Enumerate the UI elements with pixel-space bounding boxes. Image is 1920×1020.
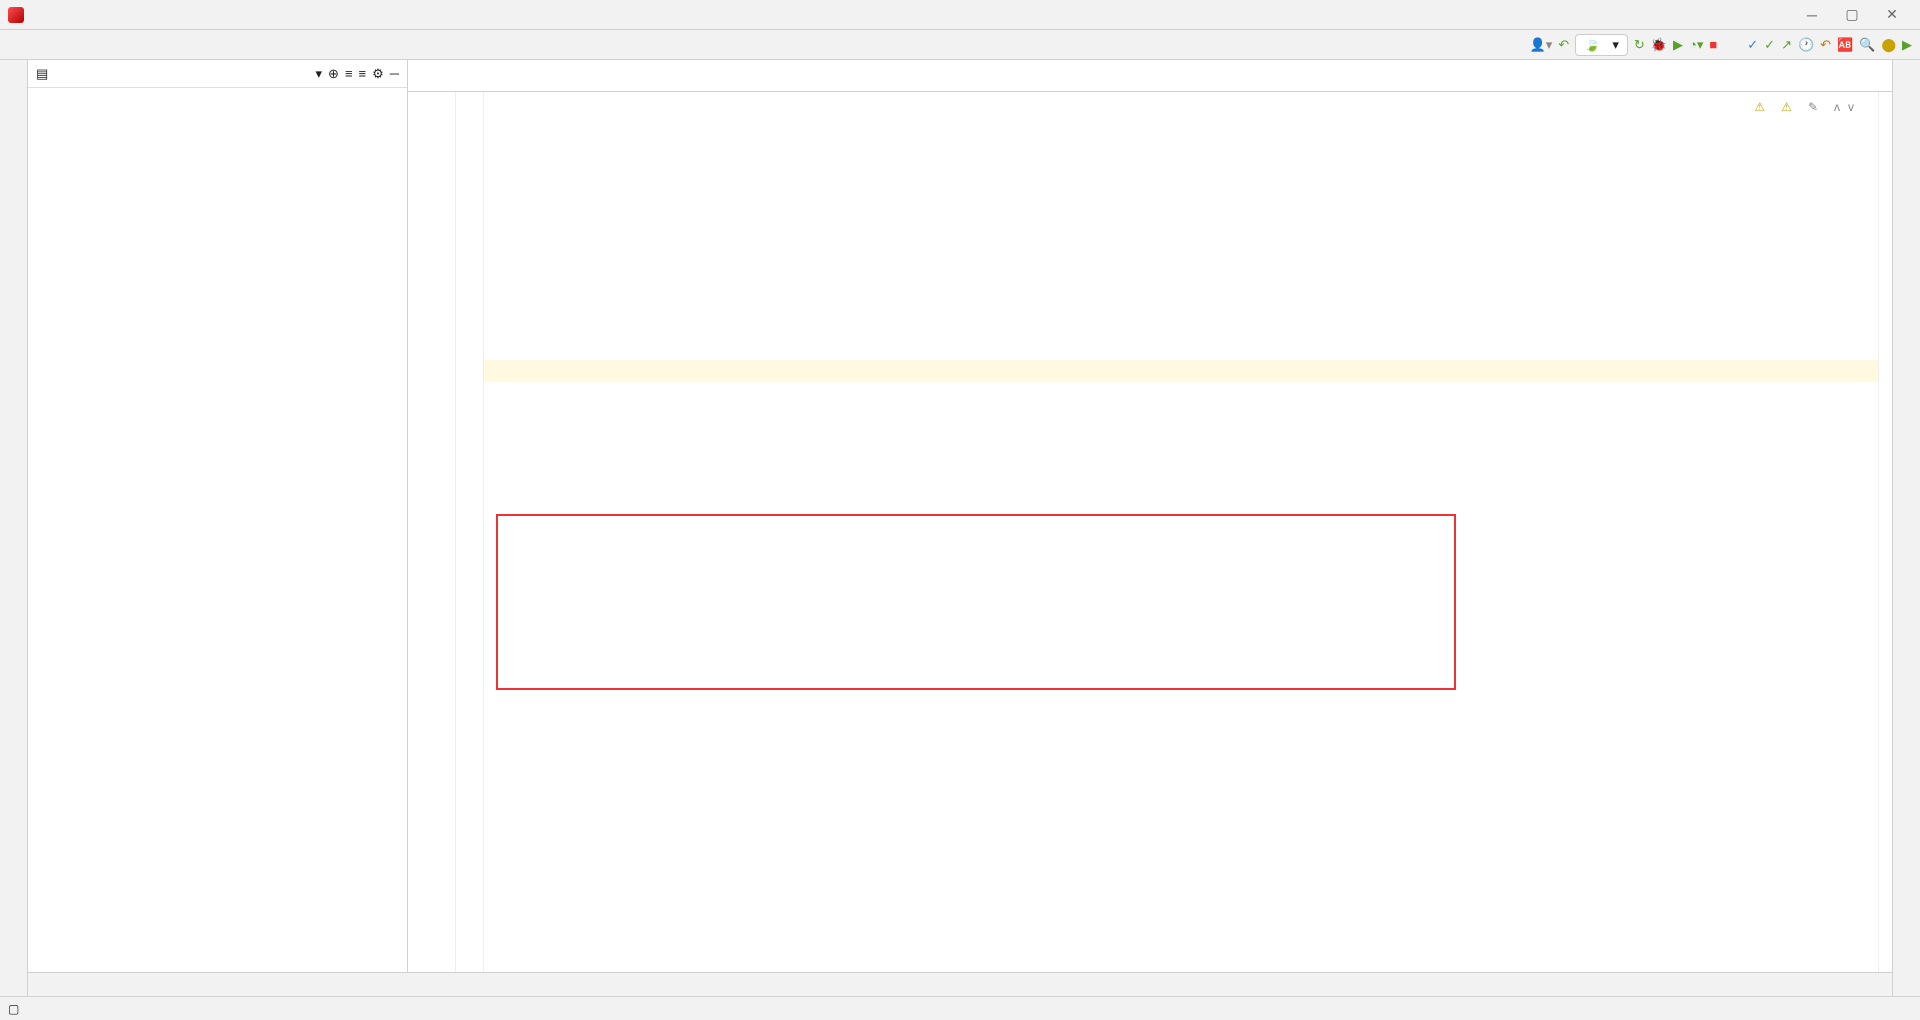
- app-icon: [8, 7, 24, 23]
- expand-icon[interactable]: ≡: [345, 66, 353, 81]
- project-panel: ▤ ▾ ⊕ ≡ ≡ ⚙ ─: [28, 60, 408, 996]
- status-icon: ▢: [8, 1002, 19, 1016]
- nav-back-icon[interactable]: ↶: [1558, 37, 1569, 53]
- typo-icon: ✎: [1808, 96, 1818, 118]
- toolbar-right: 👤▾ ↶ 🍃 ▾ ↻ 🐞 ▶ ◔▾ ■ ✓ ✓ ↗ 🕐 ↶ 🆎 🔍 ⬤ ▶: [1530, 34, 1912, 56]
- editor-tabs: [408, 60, 1892, 92]
- project-tree[interactable]: [28, 88, 407, 996]
- warn-icon: ⚠: [1781, 96, 1792, 118]
- git-push-icon[interactable]: ↗: [1781, 37, 1792, 53]
- user-icon[interactable]: 👤▾: [1530, 37, 1553, 53]
- locate-icon[interactable]: ⊕: [328, 66, 339, 82]
- chevron-down-icon[interactable]: ▾: [316, 66, 323, 82]
- bottom-tool-tabs: [28, 972, 1892, 996]
- editor-area: ⚠ ⚠ ✎ ʌ v: [408, 60, 1892, 996]
- title-bar: ─ ▢ ✕: [0, 0, 1920, 30]
- status-bar: ▢: [0, 996, 1920, 1020]
- run-anything-icon[interactable]: ▶: [1902, 37, 1912, 53]
- run-config-select[interactable]: 🍃 ▾: [1575, 34, 1628, 56]
- panel-header: ▤ ▾ ⊕ ≡ ≡ ⚙ ─: [28, 60, 407, 88]
- marker-gutter: [456, 92, 484, 996]
- minimize-button[interactable]: ─: [1792, 7, 1832, 23]
- weak-warn-icon: ⚠: [1754, 96, 1765, 118]
- git-commit-icon[interactable]: ✓: [1764, 37, 1775, 53]
- gear-icon[interactable]: ⚙: [372, 66, 384, 82]
- debug-icon[interactable]: 🐞: [1651, 37, 1667, 53]
- right-tool-stripe: [1892, 60, 1920, 996]
- error-stripe[interactable]: [1878, 92, 1892, 996]
- close-button[interactable]: ✕: [1872, 6, 1912, 23]
- run-icon[interactable]: ↻: [1634, 37, 1645, 53]
- git-history-icon[interactable]: 🕐: [1798, 37, 1814, 53]
- spring-leaf-icon: 🍃: [1584, 37, 1600, 53]
- search-icon[interactable]: 🔍: [1859, 37, 1875, 53]
- hide-icon[interactable]: ─: [390, 66, 399, 81]
- chevron-down-icon[interactable]: v: [1848, 96, 1854, 118]
- inspection-summary[interactable]: ⚠ ⚠ ✎ ʌ v: [1754, 96, 1854, 118]
- bulb-icon[interactable]: ⬤: [1881, 37, 1896, 53]
- git-rollback-icon[interactable]: ↶: [1820, 37, 1831, 53]
- maximize-button[interactable]: ▢: [1832, 6, 1872, 23]
- chevron-up-icon[interactable]: ʌ: [1834, 96, 1840, 118]
- profile-icon[interactable]: ◔▾: [1689, 37, 1703, 53]
- nav-bar: 👤▾ ↶ 🍃 ▾ ↻ 🐞 ▶ ◔▾ ■ ✓ ✓ ↗ 🕐 ↶ 🆎 🔍 ⬤ ▶: [0, 30, 1920, 60]
- chevron-down-icon: ▾: [1612, 37, 1619, 53]
- left-tool-stripe: [0, 60, 28, 996]
- git-update-icon[interactable]: ✓: [1747, 37, 1758, 53]
- translate-icon[interactable]: 🆎: [1837, 37, 1853, 53]
- coverage-icon[interactable]: ▶: [1673, 37, 1683, 53]
- code-editor[interactable]: ⚠ ⚠ ✎ ʌ v: [484, 92, 1878, 996]
- stop-icon[interactable]: ■: [1709, 37, 1717, 52]
- project-icon: ▤: [36, 66, 48, 82]
- highlight-box: [496, 514, 1456, 690]
- collapse-icon[interactable]: ≡: [359, 66, 367, 81]
- line-gutter: [408, 92, 456, 996]
